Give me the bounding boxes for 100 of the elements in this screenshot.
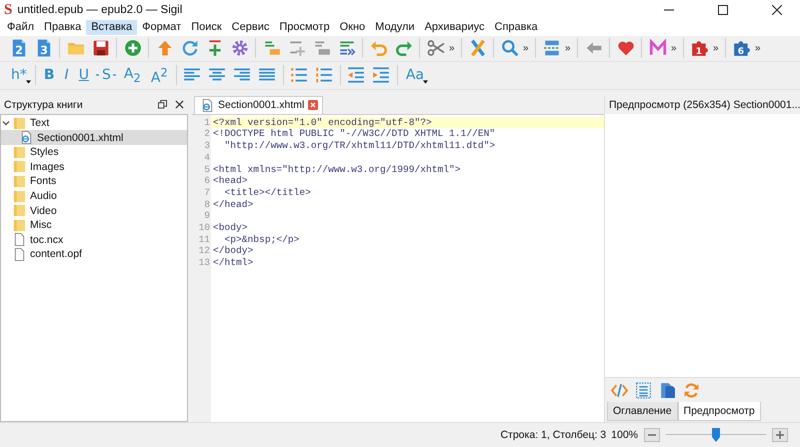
folder-icon bbox=[13, 204, 26, 218]
overflow-chevron[interactable]: » bbox=[671, 42, 679, 54]
undo-icon[interactable] bbox=[370, 39, 388, 58]
panel-title: Предпросмотр (256x354) Section0001... bbox=[609, 98, 800, 111]
code-line: <!DOCTYPE html PUBLIC "-//W3C//DTD XHTML 1.1//EN" bbox=[213, 128, 496, 140]
code-line: <body> bbox=[213, 222, 248, 233]
cursor-position: Строка: 1, Столбец: 3 bbox=[500, 429, 606, 442]
line-number: 8 bbox=[204, 198, 210, 210]
caret-icon bbox=[422, 80, 428, 84]
line-number: 10 bbox=[198, 222, 210, 234]
list-edit-icon[interactable] bbox=[288, 39, 306, 58]
overflow-chevron[interactable]: » bbox=[565, 42, 573, 54]
line-number: 13 bbox=[198, 257, 210, 269]
menu-item[interactable]: Модули bbox=[370, 20, 420, 36]
line-number: 6 bbox=[204, 175, 210, 187]
menu-item[interactable]: Вставка bbox=[86, 20, 138, 36]
tree-item[interactable]: Styles bbox=[1, 144, 187, 160]
menu-item[interactable]: Просмотр bbox=[274, 20, 335, 36]
menu-item[interactable]: Поиск bbox=[186, 20, 227, 36]
folder-icon bbox=[13, 174, 26, 188]
folder-icon bbox=[13, 218, 26, 232]
code-line: </html> bbox=[213, 257, 254, 268]
tree-item[interactable]: Audio bbox=[1, 188, 187, 204]
code-line: <?xml version="1.0" encoding="utf-8"?> bbox=[213, 116, 432, 128]
window-title: untitled.epub — epub2.0 — Sigil bbox=[17, 4, 182, 16]
editor-tab[interactable]: Section0001.xhtml bbox=[194, 96, 324, 114]
code-line: "http://www.w3.org/TR/xhtml11/DTD/xhtml11.dtd"> bbox=[224, 140, 496, 152]
zoom-level: 100% bbox=[611, 429, 638, 442]
close-icon[interactable] bbox=[772, 4, 782, 15]
line-number: 7 bbox=[204, 186, 210, 199]
indent-icon[interactable] bbox=[372, 66, 390, 84]
tree-item[interactable]: Section0001.xhtml bbox=[1, 130, 187, 145]
menu-item[interactable]: Справка bbox=[490, 20, 543, 36]
list-icon[interactable] bbox=[635, 382, 652, 399]
code-line: <p>&nbsp;</p> bbox=[224, 234, 300, 245]
float-icon[interactable] bbox=[158, 100, 167, 110]
web-page-icon bbox=[201, 98, 214, 112]
zoom-in-button[interactable] bbox=[772, 428, 788, 442]
panel-title: Структура книги bbox=[4, 98, 83, 111]
redo-icon[interactable] bbox=[394, 39, 412, 58]
line-number: 11 bbox=[198, 234, 210, 246]
list-edit-icon[interactable] bbox=[312, 39, 330, 58]
tree-item[interactable]: Images bbox=[1, 160, 187, 174]
pages-icon[interactable] bbox=[659, 382, 676, 399]
list-edit-icon[interactable] bbox=[262, 39, 280, 58]
menu-item[interactable]: Сервис bbox=[226, 20, 274, 36]
split-icon[interactable] bbox=[542, 39, 560, 58]
m-letter-icon[interactable] bbox=[648, 39, 666, 58]
scissors-icon[interactable] bbox=[426, 39, 444, 58]
menu-item[interactable]: Окно bbox=[334, 20, 370, 36]
list-edit-icon[interactable] bbox=[338, 39, 356, 58]
line-number: 9 bbox=[204, 210, 210, 222]
gear-icon[interactable] bbox=[230, 39, 248, 58]
puzzle-icon[interactable]: 1 bbox=[690, 39, 708, 58]
caret-icon bbox=[26, 80, 31, 84]
slider-thumb[interactable] bbox=[712, 428, 720, 442]
line-number: 12 bbox=[198, 245, 210, 258]
line-number: 2 bbox=[204, 128, 210, 140]
close-icon[interactable] bbox=[175, 100, 184, 110]
refresh-icon[interactable] bbox=[683, 382, 700, 399]
line-number: 3 bbox=[204, 140, 210, 152]
folder-icon bbox=[13, 160, 26, 174]
heart-icon[interactable] bbox=[616, 39, 634, 58]
bullet-list-icon[interactable] bbox=[290, 66, 308, 84]
up-arrow-icon[interactable] bbox=[156, 39, 174, 58]
code-line: <title></title> bbox=[224, 186, 311, 198]
tree-item[interactable]: toc.ncx bbox=[1, 232, 187, 248]
panel-tab[interactable]: Предпросмотр bbox=[678, 402, 761, 422]
tree-item[interactable]: Fonts bbox=[1, 174, 187, 189]
zoom-out-button[interactable] bbox=[644, 428, 660, 442]
folder-icon bbox=[13, 190, 26, 203]
outdent-icon[interactable] bbox=[347, 66, 366, 84]
overflow-chevron[interactable]: » bbox=[713, 42, 721, 54]
menu-item[interactable]: Правка bbox=[39, 20, 86, 36]
code-icon[interactable] bbox=[611, 382, 628, 399]
zoom-slider[interactable] bbox=[666, 428, 766, 442]
overflow-chevron[interactable]: » bbox=[523, 42, 531, 54]
refresh-icon[interactable] bbox=[180, 39, 198, 58]
menu-item[interactable]: Файл bbox=[2, 20, 40, 36]
panel-tab[interactable]: Оглавление bbox=[607, 402, 678, 422]
puzzle-icon[interactable]: 6 bbox=[732, 39, 750, 58]
caret-icon[interactable] bbox=[2, 119, 10, 128]
overflow-chevron[interactable]: » bbox=[755, 42, 763, 54]
numbered-list-icon[interactable] bbox=[315, 66, 334, 84]
tree-item[interactable]: content.opf bbox=[1, 247, 187, 262]
code-line: </body> bbox=[213, 245, 254, 256]
maximize-icon[interactable] bbox=[718, 4, 728, 15]
overflow-chevron[interactable]: » bbox=[449, 42, 457, 54]
menu-item[interactable]: Архивариус bbox=[420, 20, 490, 36]
menu-item[interactable]: Формат bbox=[137, 20, 186, 36]
search-icon[interactable] bbox=[500, 39, 518, 58]
plus-circle-icon[interactable] bbox=[124, 39, 142, 58]
line-number: 5 bbox=[204, 164, 210, 176]
tree-item[interactable]: Misc bbox=[1, 218, 187, 233]
file-icon bbox=[13, 248, 26, 261]
tree-item[interactable]: Text bbox=[1, 116, 187, 130]
x-mark-icon[interactable] bbox=[468, 39, 486, 58]
line-number: 1 bbox=[204, 116, 210, 128]
app-logo: S bbox=[4, 2, 12, 18]
tree-item[interactable]: Video bbox=[1, 203, 187, 218]
